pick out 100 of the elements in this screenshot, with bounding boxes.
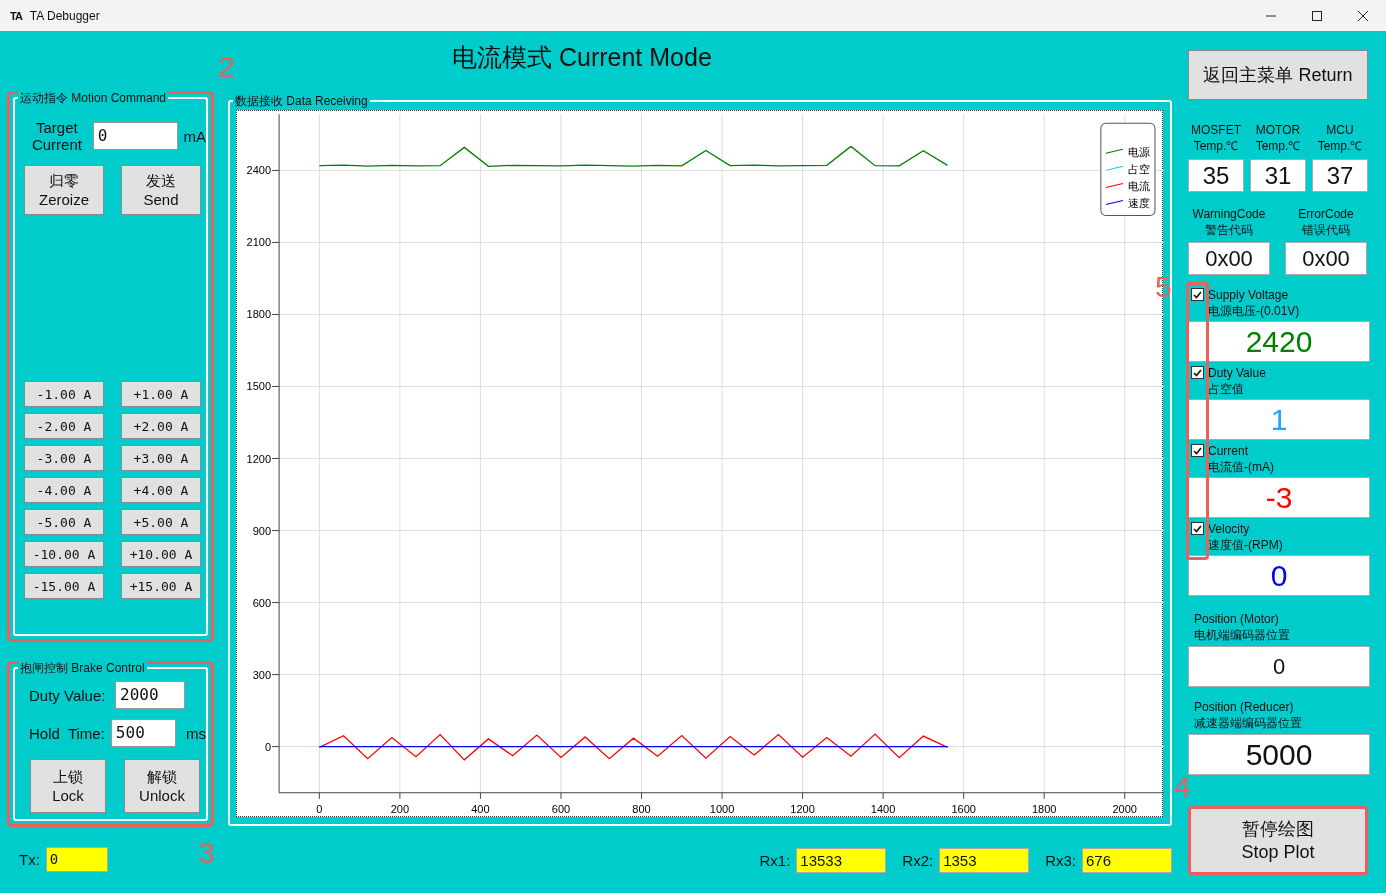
- temperature-value: 37: [1312, 159, 1368, 192]
- return-button[interactable]: 返回主菜单 Return: [1188, 50, 1368, 100]
- duty-value-field[interactable]: 2000: [115, 681, 185, 709]
- y-tick-label: 2400: [246, 164, 272, 177]
- annotation-number: 3: [198, 836, 215, 870]
- legend-label: 占空: [1127, 163, 1150, 176]
- tx-label: Tx:: [19, 851, 40, 868]
- x-tick-label: 200: [390, 802, 410, 815]
- y-tick-label: 600: [252, 596, 272, 609]
- step-button[interactable]: -3.00 A: [24, 445, 104, 471]
- channel-value: 1: [1188, 399, 1370, 440]
- step-button[interactable]: +15.00 A: [121, 573, 201, 599]
- legend-label: 速度: [1127, 197, 1150, 210]
- field-label: Target Current: [30, 119, 83, 153]
- checkbox[interactable]: [1191, 444, 1204, 457]
- close-icon[interactable]: [1358, 10, 1368, 21]
- temperature-label: MOSFET Temp.℃: [1190, 122, 1242, 154]
- unit-label: mA: [183, 127, 206, 145]
- temperature-label: MCU Temp.℃: [1316, 122, 1364, 154]
- rx-label: Rx2:: [902, 852, 934, 869]
- step-button[interactable]: +3.00 A: [121, 445, 201, 471]
- annotation-number: 2: [218, 50, 235, 84]
- position-value: 0: [1188, 646, 1370, 687]
- channel-label: Current 电流值-(mA): [1208, 443, 1274, 475]
- temperature-label: MOTOR Temp.℃: [1254, 122, 1302, 154]
- maximize-icon[interactable]: [1312, 10, 1322, 21]
- command-button[interactable]: 发送 Send: [121, 165, 201, 215]
- step-button[interactable]: -1.00 A: [24, 381, 104, 407]
- y-tick-label: 300: [252, 668, 272, 681]
- rx-label: Rx1:: [759, 852, 791, 869]
- position-label: Position (Motor) 电机端编码器位置: [1194, 611, 1291, 643]
- page-title: 电流模式 Current Mode: [452, 42, 712, 73]
- step-button[interactable]: -10.00 A: [24, 541, 104, 567]
- temperature-value: 31: [1250, 159, 1306, 192]
- legend-swatch: [1105, 199, 1124, 205]
- code-value: 0x00: [1188, 242, 1270, 275]
- y-tick-label: 900: [252, 524, 272, 537]
- x-tick-label: 1800: [1031, 802, 1057, 815]
- x-tick-label: 0: [316, 802, 323, 815]
- y-tick-label: 1200: [246, 452, 272, 465]
- step-button[interactable]: +5.00 A: [121, 509, 201, 535]
- stop-plot-button[interactable]: 暂停绘图 Stop Plot: [1188, 806, 1368, 875]
- code-label: ErrorCode 错误代码: [1297, 206, 1355, 238]
- annotation-number: 5: [1155, 270, 1172, 304]
- app-icon: TA: [10, 9, 22, 22]
- y-tick-label: 2100: [246, 236, 272, 249]
- x-tick-label: 1400: [870, 802, 896, 815]
- channel-label: Supply Voltage 电源电压-(0.01V): [1208, 287, 1300, 319]
- checkbox[interactable]: [1191, 288, 1204, 301]
- unit-label: ms: [186, 724, 206, 742]
- tx-field[interactable]: 0: [45, 847, 108, 872]
- target-current-field[interactable]: 0: [92, 122, 178, 150]
- legend-label: 电源: [1127, 146, 1150, 159]
- y-tick-label: 1800: [246, 308, 272, 321]
- legend-swatch: [1105, 165, 1124, 171]
- rx-field[interactable]: 676: [1082, 848, 1172, 873]
- rx-field[interactable]: 13533: [796, 848, 887, 873]
- rx-field[interactable]: 1353: [939, 848, 1030, 873]
- step-button[interactable]: -5.00 A: [24, 509, 104, 535]
- window-title: TA Debugger: [29, 8, 100, 23]
- x-tick-label: 2000: [1112, 802, 1137, 815]
- annotation-number: 4: [1174, 770, 1191, 804]
- group-legend: 抱闸控制 Brake Control: [18, 660, 147, 677]
- legend-swatch: [1105, 182, 1124, 188]
- channel-value: 2420: [1188, 321, 1370, 362]
- channel-label: Velocity 速度值-(RPM): [1208, 521, 1283, 553]
- step-button[interactable]: +10.00 A: [121, 541, 201, 567]
- command-button[interactable]: 归零 Zeroize: [24, 165, 104, 215]
- step-button[interactable]: -2.00 A: [24, 413, 104, 439]
- x-tick-label: 800: [632, 802, 651, 815]
- x-tick-label: 1000: [709, 802, 735, 815]
- step-button[interactable]: -15.00 A: [24, 573, 104, 599]
- rx-label: Rx3:: [1045, 852, 1076, 869]
- position-value: 5000: [1188, 734, 1370, 775]
- code-value: 0x00: [1285, 242, 1367, 275]
- step-button[interactable]: +1.00 A: [121, 381, 201, 407]
- channel-label: Duty Value 占空值: [1208, 365, 1266, 397]
- code-label: WarningCode 警告代码: [1191, 206, 1267, 238]
- field-label: Duty Value:: [29, 686, 107, 704]
- temperature-value: 35: [1188, 159, 1244, 192]
- checkbox[interactable]: [1191, 366, 1204, 379]
- y-tick-label: 1500: [246, 380, 272, 393]
- y-tick-label: 0: [264, 740, 272, 753]
- x-tick-label: 600: [551, 802, 571, 815]
- group-legend: 数据接收 Data Receiving: [233, 93, 370, 110]
- x-tick-label: 1200: [790, 802, 815, 815]
- brake-button[interactable]: 上锁 Lock: [30, 759, 106, 813]
- position-label: Position (Reducer) 减速器端编码器位置: [1194, 699, 1303, 731]
- x-tick-label: 1600: [951, 802, 976, 815]
- step-button[interactable]: -4.00 A: [24, 477, 104, 503]
- field-label: Hold Time:: [29, 724, 105, 742]
- legend-swatch: [1105, 148, 1124, 154]
- step-button[interactable]: +4.00 A: [121, 477, 201, 503]
- brake-button[interactable]: 解锁 Unlock: [124, 759, 200, 813]
- hold-time-field[interactable]: 500: [110, 719, 176, 747]
- checkbox[interactable]: [1191, 522, 1204, 535]
- channel-value: -3: [1188, 477, 1370, 518]
- group-legend: 运动指令 Motion Command: [18, 90, 169, 107]
- legend-label: 电流: [1127, 180, 1150, 193]
- step-button[interactable]: +2.00 A: [121, 413, 201, 439]
